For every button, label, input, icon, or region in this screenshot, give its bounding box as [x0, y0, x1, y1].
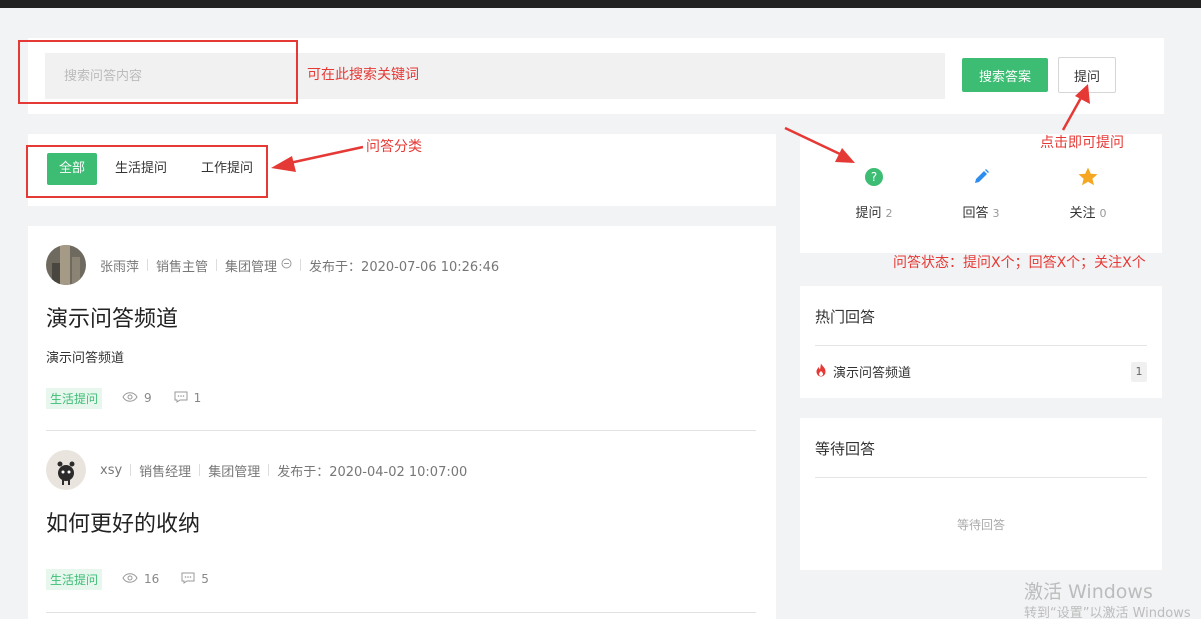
view-count-value: 16 — [144, 572, 160, 586]
question-description: 演示问答频道 — [46, 351, 125, 366]
hot-answers-title: 热门回答 — [815, 308, 876, 326]
comment-icon — [181, 572, 195, 587]
question-meta: xsy 销售经理 集团管理 发布于：2020-04-02 10:07:00 — [46, 450, 467, 490]
stat-questions[interactable]: ? 提问 2 — [829, 166, 919, 221]
question-title[interactable]: 演示问答频道 — [46, 301, 178, 333]
svg-text:?: ? — [871, 170, 877, 184]
view-count-value: 9 — [144, 391, 152, 405]
category-tag[interactable]: 生活提问 — [46, 387, 103, 409]
category-annotation-text: 问答分类 — [366, 139, 422, 155]
question-circle-icon: ? — [829, 166, 919, 188]
question-title[interactable]: 如何更好的收纳 — [46, 506, 200, 538]
divider — [815, 345, 1147, 346]
divider — [46, 430, 756, 431]
status-annotation-text: 问答状态：提问X个；回答X个；关注X个 — [893, 255, 1146, 271]
ask-question-button[interactable]: 提问 — [1058, 57, 1116, 93]
stat-label: 关注 — [1069, 206, 1096, 221]
stat-label: 提问 — [855, 206, 882, 221]
publish-time: 发布于：2020-04-02 10:07:00 — [277, 464, 468, 480]
fire-icon — [815, 363, 827, 381]
waiting-answers-title: 等待回答 — [815, 440, 876, 458]
hot-answers-card: 热门回答 演示问答频道 1 — [800, 286, 1162, 398]
question-meta: 张雨萍 销售主管 集团管理 发布于：2020-07-06 10:26:46 — [46, 245, 499, 285]
comment-count: 5 — [181, 572, 209, 587]
comment-count: 1 — [174, 391, 202, 406]
waiting-empty-text: 等待回答 — [956, 518, 1005, 532]
category-annotation-box — [26, 145, 268, 198]
separator — [216, 259, 218, 271]
divider — [46, 612, 756, 613]
question-list: 张雨萍 销售主管 集团管理 发布于：2020-07-06 10:26:46 演示… — [28, 226, 776, 619]
stat-count: 0 — [1099, 207, 1107, 220]
question-footer: 生活提问 9 1 — [46, 387, 223, 409]
stat-follows[interactable]: 关注 0 — [1043, 166, 1133, 221]
search-annotation-box — [18, 40, 298, 104]
hot-answer-count: 1 — [1131, 362, 1147, 382]
comment-icon — [174, 391, 188, 406]
separator — [130, 464, 132, 476]
stat-label: 回答 — [962, 206, 989, 221]
separator — [268, 464, 270, 476]
comment-count-value: 1 — [193, 391, 202, 405]
question-item: 张雨萍 销售主管 集团管理 发布于：2020-07-06 10:26:46 演示… — [46, 245, 756, 435]
avatar[interactable] — [46, 245, 86, 285]
publish-time: 发布于：2020-07-06 10:26:46 — [309, 259, 500, 275]
top-bar — [0, 0, 1201, 8]
author-name[interactable]: 张雨萍 — [100, 256, 139, 275]
stat-count: 2 — [885, 207, 893, 220]
search-answer-button[interactable]: 搜索答案 — [962, 58, 1048, 92]
eye-icon — [122, 391, 138, 405]
separator — [147, 259, 149, 271]
question-footer: 生活提问 16 5 — [46, 568, 231, 590]
pencil-icon — [936, 166, 1026, 188]
avatar[interactable] — [46, 450, 86, 490]
separator — [199, 464, 201, 476]
separator — [300, 259, 302, 271]
author-name[interactable]: xsy — [100, 463, 122, 478]
author-department: 集团管理 — [225, 259, 278, 275]
divider — [815, 477, 1147, 478]
view-count: 16 — [122, 572, 159, 586]
stat-count: 3 — [992, 207, 1000, 220]
windows-activation-title: 激活 Windows — [1024, 581, 1153, 603]
ask-annotation-text: 点击即可提问 — [1040, 135, 1124, 151]
star-icon — [1043, 166, 1133, 188]
hot-answer-label: 演示问答频道 — [833, 366, 912, 381]
comment-count-value: 5 — [201, 572, 209, 586]
author-role: 销售经理 — [139, 464, 192, 480]
question-item: xsy 销售经理 集团管理 发布于：2020-04-02 10:07:00 如何… — [46, 450, 756, 619]
eye-icon — [122, 572, 138, 586]
windows-activation-hint: 转到“设置”以激活 Windows — [1024, 606, 1191, 619]
category-tag[interactable]: 生活提问 — [46, 568, 103, 590]
info-circle-icon — [281, 258, 292, 273]
stat-answers[interactable]: 回答 3 — [936, 166, 1026, 221]
search-annotation-text: 可在此搜索关键词 — [307, 67, 419, 83]
waiting-answers-card: 等待回答 等待回答 — [800, 418, 1162, 570]
hot-answer-item[interactable]: 演示问答频道 — [815, 362, 911, 381]
view-count: 9 — [122, 391, 152, 405]
author-role: 销售主管 — [156, 259, 209, 275]
author-department: 集团管理 — [208, 464, 261, 480]
